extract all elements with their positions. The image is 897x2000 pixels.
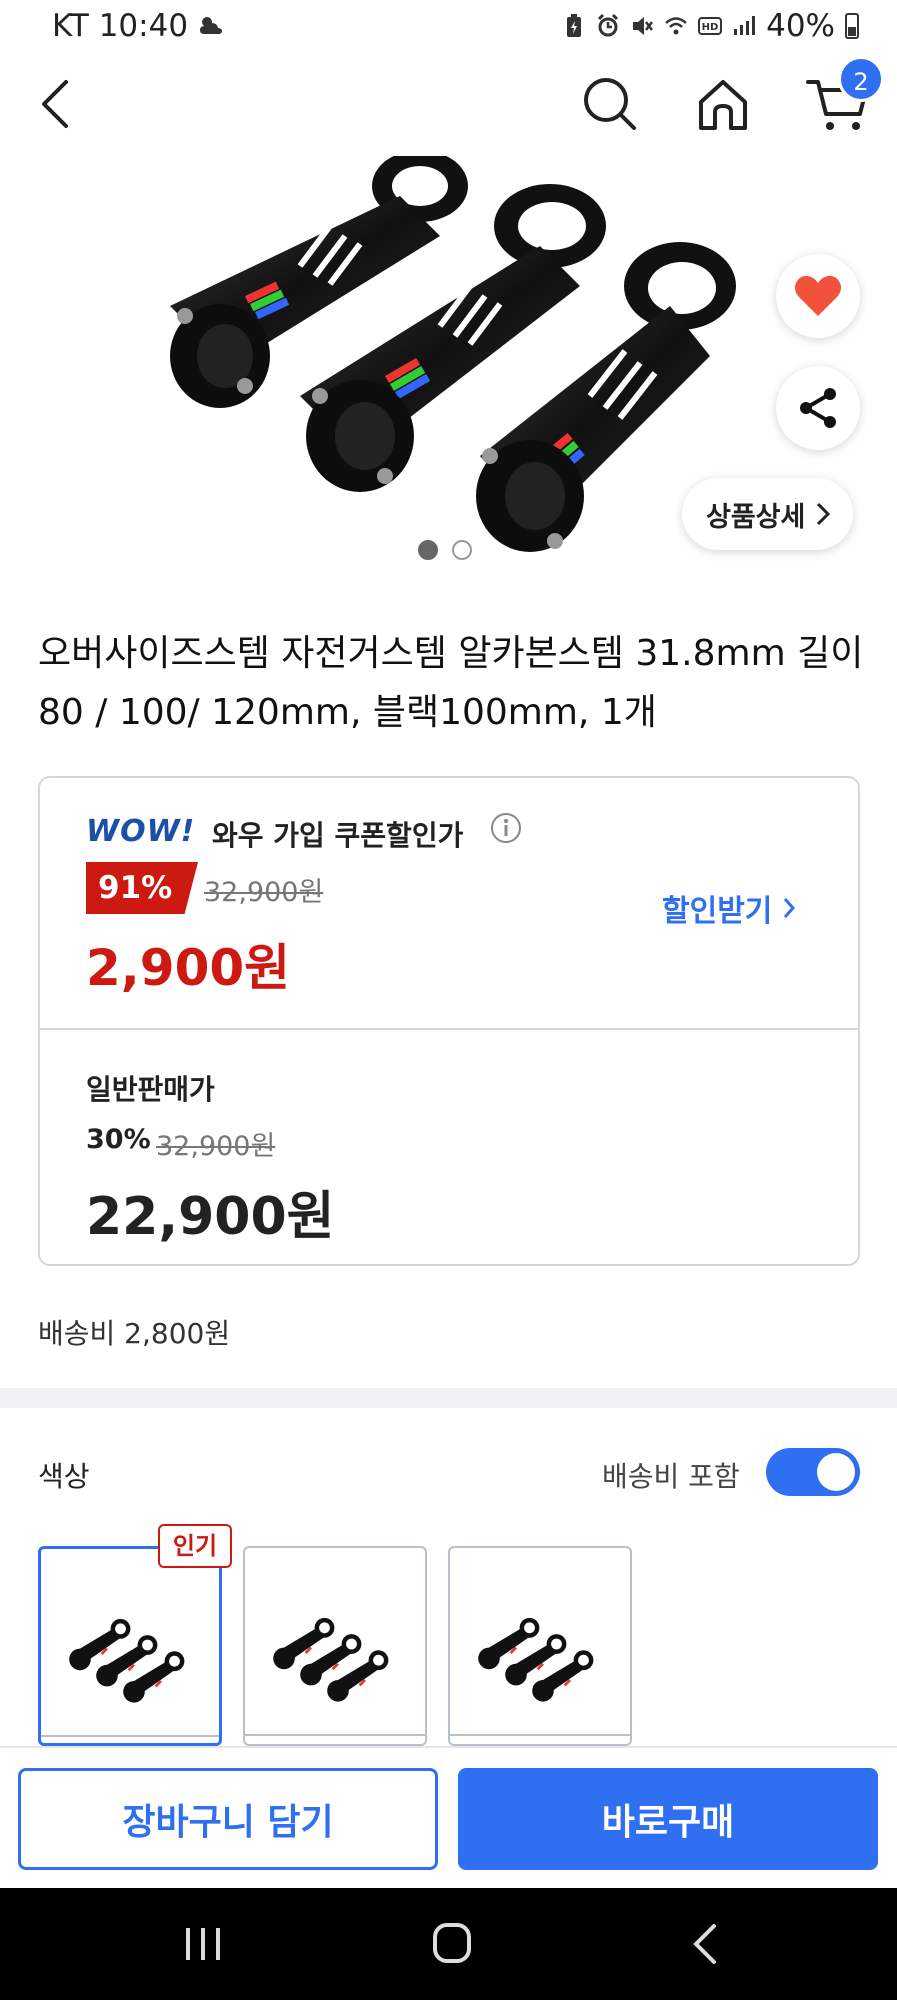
- price-divider: [40, 1028, 858, 1030]
- normal-discount: 30%: [86, 1124, 151, 1155]
- toggle-knob: [817, 1453, 855, 1491]
- option-thumbnail: [478, 1617, 594, 1702]
- recent-apps-icon[interactable]: [184, 1924, 222, 1964]
- popular-badge: 인기: [158, 1524, 232, 1568]
- price-box: WOW! 와우 가입 쿠폰할인가 91% 32,900원 2,900원 할인받기…: [38, 776, 860, 1266]
- shipping-fee: 배송비 2,800원: [38, 1317, 231, 1350]
- color-option-label: 색상: [38, 1460, 90, 1493]
- option-divider: [245, 1734, 425, 1736]
- product-title: 오버사이즈스템 자전거스템 알카본스템 31.8mm 길이80 / 100/ 1…: [38, 633, 864, 733]
- alarm-icon: [598, 13, 619, 37]
- home-icon[interactable]: [693, 74, 753, 134]
- purchase-action-bar: 장바구니 담기 바로구매: [0, 1746, 897, 1890]
- carousel-dot-active[interactable]: [418, 540, 438, 560]
- svg-text:HD: HD: [702, 22, 719, 33]
- section-separator: [0, 1388, 897, 1408]
- buy-now-button[interactable]: 바로구매: [458, 1768, 878, 1870]
- back-icon[interactable]: [34, 76, 74, 132]
- battery-percent: 40%: [766, 8, 835, 44]
- include-shipping-label: 배송비 포함: [602, 1460, 740, 1493]
- system-nav-bar: [0, 1888, 897, 2000]
- wifi-icon: [665, 17, 687, 35]
- chevron-right-icon: [817, 502, 831, 526]
- mute-icon: [633, 17, 654, 35]
- normal-price-label: 일반판매가: [86, 1073, 215, 1106]
- option-divider: [450, 1734, 630, 1736]
- get-coupon-button[interactable]: 할인받기: [662, 886, 796, 930]
- option-thumbnail: [69, 1618, 185, 1703]
- color-option-1[interactable]: [38, 1546, 222, 1746]
- app-header: [0, 52, 897, 158]
- wow-discount-badge: 91%: [86, 862, 198, 914]
- color-option-2[interactable]: [243, 1546, 427, 1746]
- info-icon[interactable]: [490, 812, 522, 844]
- option-thumbnail: [273, 1617, 389, 1702]
- normal-price: 22,900원: [86, 1187, 335, 1247]
- battery-saver-icon: [567, 14, 582, 37]
- color-option-3[interactable]: [448, 1546, 632, 1746]
- share-icon: [800, 388, 836, 428]
- signal-icon: [734, 16, 756, 35]
- share-button[interactable]: [776, 366, 860, 450]
- include-shipping-toggle[interactable]: [766, 1448, 860, 1496]
- heart-icon: [795, 275, 841, 316]
- wow-logo: WOW!: [86, 814, 196, 849]
- wow-price-label: 와우 가입 쿠폰할인가: [212, 819, 464, 852]
- cart-count-badge: 2: [838, 56, 884, 102]
- weather-icon: [200, 17, 222, 34]
- wow-original-price: 32,900원: [204, 877, 324, 908]
- wow-price: 2,900원: [86, 939, 291, 997]
- hd-icon: HD: [698, 17, 723, 35]
- add-to-cart-button[interactable]: 장바구니 담기: [18, 1768, 438, 1870]
- home-nav-icon[interactable]: [432, 1922, 472, 1964]
- back-nav-icon[interactable]: [690, 1922, 720, 1966]
- carousel-indicator: [418, 540, 472, 560]
- product-detail-button[interactable]: 상품상세: [682, 478, 854, 550]
- favorite-button[interactable]: [776, 254, 860, 338]
- carousel-dot[interactable]: [452, 540, 472, 560]
- get-coupon-label: 할인받기: [662, 894, 773, 929]
- status-right: HD 40%: [562, 8, 859, 44]
- status-time: KT 10:40: [52, 8, 189, 44]
- search-icon[interactable]: [580, 74, 640, 134]
- product-detail-label: 상품상세: [706, 501, 806, 533]
- option-divider: [41, 1735, 219, 1737]
- chevron-right-icon: [784, 898, 796, 918]
- battery-icon: [845, 13, 859, 39]
- status-bar: KT 10:40 HD 40%: [0, 0, 897, 52]
- normal-original-price: 32,900원: [156, 1131, 276, 1162]
